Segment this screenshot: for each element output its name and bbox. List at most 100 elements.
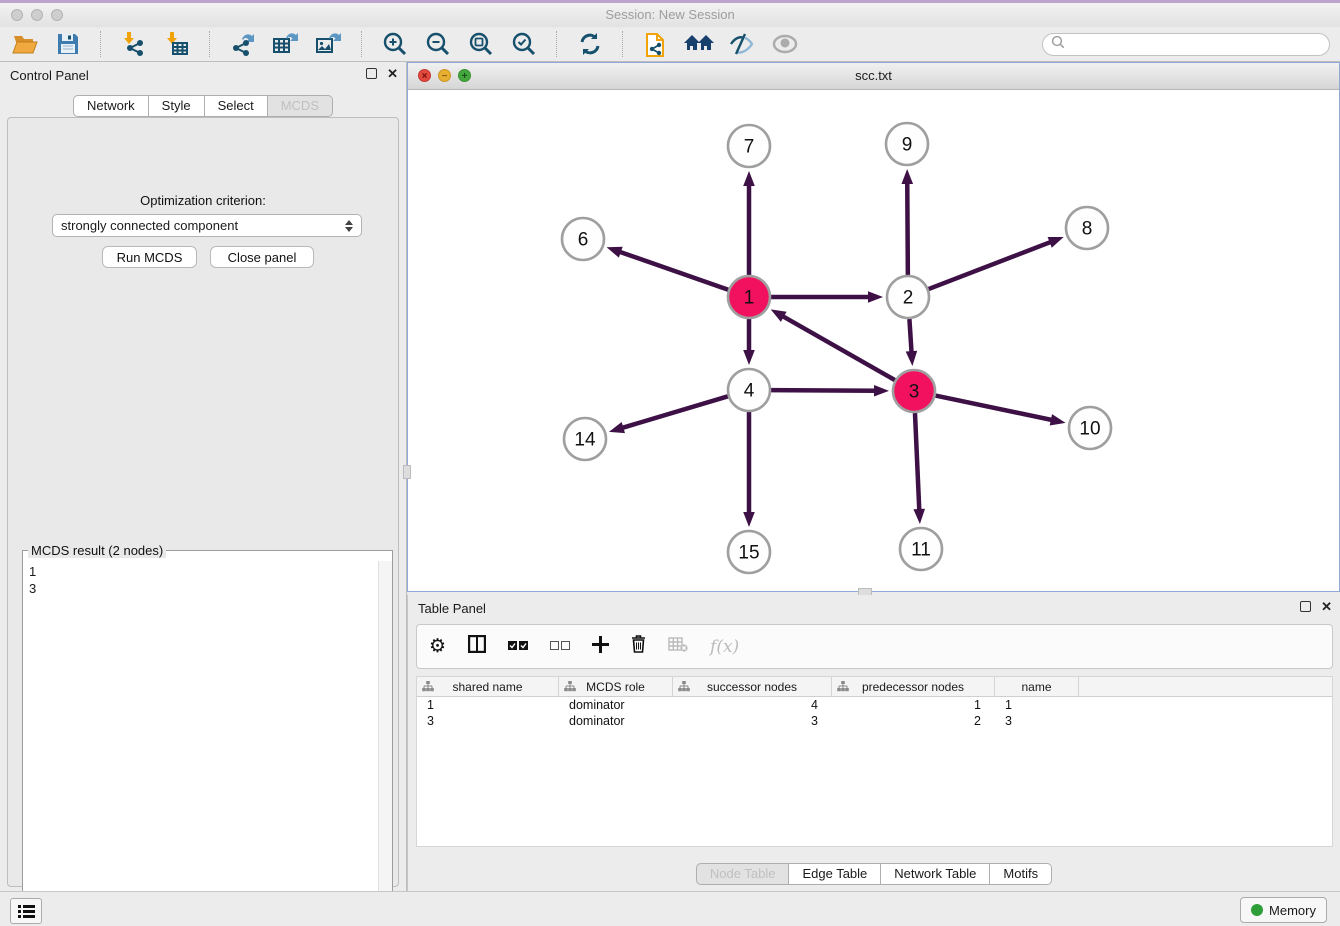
task-list-button[interactable] [10, 898, 42, 924]
edge-arrowhead [1048, 237, 1064, 248]
edge-4-3[interactable] [771, 390, 877, 391]
optimization-criterion-select[interactable]: strongly connected component [52, 214, 362, 237]
search-field[interactable] [1042, 33, 1330, 56]
zoom-selected-icon[interactable] [509, 30, 539, 58]
edge-arrowhead [607, 247, 623, 258]
column-header-predecessor-nodes[interactable]: predecessor nodes [832, 677, 995, 696]
float-panel-icon[interactable] [366, 68, 377, 79]
minimize-view-button[interactable]: − [438, 69, 451, 82]
tab-mcds[interactable]: MCDS [268, 95, 333, 117]
edge-3-1[interactable] [781, 315, 895, 380]
table-row[interactable]: 3dominator323 [417, 713, 1332, 729]
column-header-MCDS-role[interactable]: MCDS role [559, 677, 673, 696]
table-cell: 2 [832, 713, 995, 729]
close-table-panel-icon[interactable]: ✕ [1321, 601, 1332, 612]
zoom-window-button[interactable] [51, 9, 63, 21]
tab-node-table[interactable]: Node Table [696, 863, 790, 885]
status-bar: Memory [0, 891, 1340, 926]
column-header-successor-nodes[interactable]: successor nodes [673, 677, 832, 696]
toolbar-separator [361, 31, 363, 57]
mcds-result-list[interactable]: 13 [23, 561, 378, 926]
column-layout-icon[interactable] [468, 635, 486, 658]
run-mcds-button[interactable]: Run MCDS [102, 246, 197, 268]
function-fx-icon[interactable]: f(x) [710, 637, 739, 657]
node-label: 1 [744, 288, 755, 309]
edge-arrowhead [743, 512, 755, 527]
edge-2-3[interactable] [909, 319, 911, 354]
tab-motifs[interactable]: Motifs [990, 863, 1052, 885]
control-panel-tabs: NetworkStyleSelectMCDS [0, 95, 406, 117]
result-scrollbar[interactable] [378, 561, 392, 926]
node-label: 8 [1082, 219, 1093, 240]
close-window-button[interactable] [11, 9, 23, 21]
list-icon [18, 904, 35, 918]
minimize-window-button[interactable] [31, 9, 43, 21]
table-cell: 1 [832, 697, 995, 713]
close-view-button[interactable]: × [418, 69, 431, 82]
zoom-out-icon[interactable] [423, 30, 453, 58]
node-label: 7 [744, 137, 755, 158]
table-cell: 1 [995, 697, 1079, 713]
table-body: 1dominator4113dominator323 [417, 697, 1332, 729]
column-header-name[interactable]: name [995, 677, 1079, 696]
edge-arrowhead [906, 351, 918, 366]
window-controls [11, 9, 63, 21]
tab-style[interactable]: Style [149, 95, 205, 117]
edge-3-11[interactable] [915, 413, 919, 512]
zoom-in-icon[interactable] [380, 30, 410, 58]
import-table-icon[interactable] [162, 30, 192, 58]
close-panel-button[interactable]: Close panel [210, 246, 314, 268]
edge-3-10[interactable] [936, 396, 1054, 421]
table-row[interactable]: 1dominator411 [417, 697, 1332, 713]
home-icon[interactable] [684, 30, 714, 58]
close-panel-icon[interactable]: ✕ [387, 68, 398, 79]
refresh-icon[interactable] [575, 30, 605, 58]
edge-arrowhead [913, 509, 925, 524]
export-image-icon[interactable] [314, 30, 344, 58]
float-table-panel-icon[interactable] [1300, 601, 1311, 612]
table-header-row: shared nameMCDS rolesuccessor nodesprede… [417, 677, 1332, 697]
column-type-icon [837, 681, 849, 692]
edge-1-6[interactable] [618, 251, 728, 290]
memory-status-icon [1251, 904, 1263, 916]
table-panel-header: Table Panel ✕ [408, 595, 1340, 621]
hide-eye-icon[interactable] [727, 30, 757, 58]
maximize-view-button[interactable]: + [458, 69, 471, 82]
edge-arrowhead [743, 171, 755, 186]
search-input[interactable] [1070, 36, 1321, 53]
table-panel-title: Table Panel [418, 601, 486, 616]
tab-edge-table[interactable]: Edge Table [789, 863, 881, 885]
network-graph-canvas[interactable]: 7968124314101511 [408, 90, 1337, 590]
edge-4-14[interactable] [620, 396, 727, 428]
node-table: shared nameMCDS rolesuccessor nodesprede… [416, 676, 1333, 847]
edge-2-8[interactable] [929, 241, 1053, 289]
export-table-icon[interactable] [271, 30, 301, 58]
delete-icon[interactable] [631, 635, 646, 658]
edge-arrowhead [901, 169, 913, 184]
export-network-icon[interactable] [228, 30, 258, 58]
tab-network[interactable]: Network [73, 95, 149, 117]
network-file-icon[interactable] [641, 30, 671, 58]
deselect-all-icon[interactable] [550, 638, 570, 656]
edge-2-9[interactable] [907, 181, 908, 275]
toolbar-separator [622, 31, 624, 57]
open-folder-icon[interactable] [10, 30, 40, 58]
network-view-window: × − + scc.txt 7968124314101511 [407, 62, 1340, 592]
tab-network-table[interactable]: Network Table [881, 863, 990, 885]
node-label: 2 [903, 288, 914, 309]
gear-icon[interactable]: ⚙ [429, 637, 446, 656]
import-network-icon[interactable] [119, 30, 149, 58]
node-label: 3 [909, 382, 920, 403]
add-column-icon[interactable] [592, 636, 609, 658]
tab-select[interactable]: Select [205, 95, 268, 117]
show-eye-icon[interactable] [770, 30, 800, 58]
select-all-icon[interactable] [508, 638, 528, 656]
memory-button[interactable]: Memory [1240, 897, 1327, 923]
network-window-titlebar[interactable]: × − + scc.txt [408, 63, 1339, 90]
save-icon[interactable] [53, 30, 83, 58]
delete-table-icon[interactable] [668, 636, 688, 657]
zoom-fit-icon[interactable] [466, 30, 496, 58]
toolbar-separator [556, 31, 558, 57]
vertical-splitter-handle[interactable] [403, 465, 411, 479]
column-header-shared-name[interactable]: shared name [417, 677, 559, 696]
